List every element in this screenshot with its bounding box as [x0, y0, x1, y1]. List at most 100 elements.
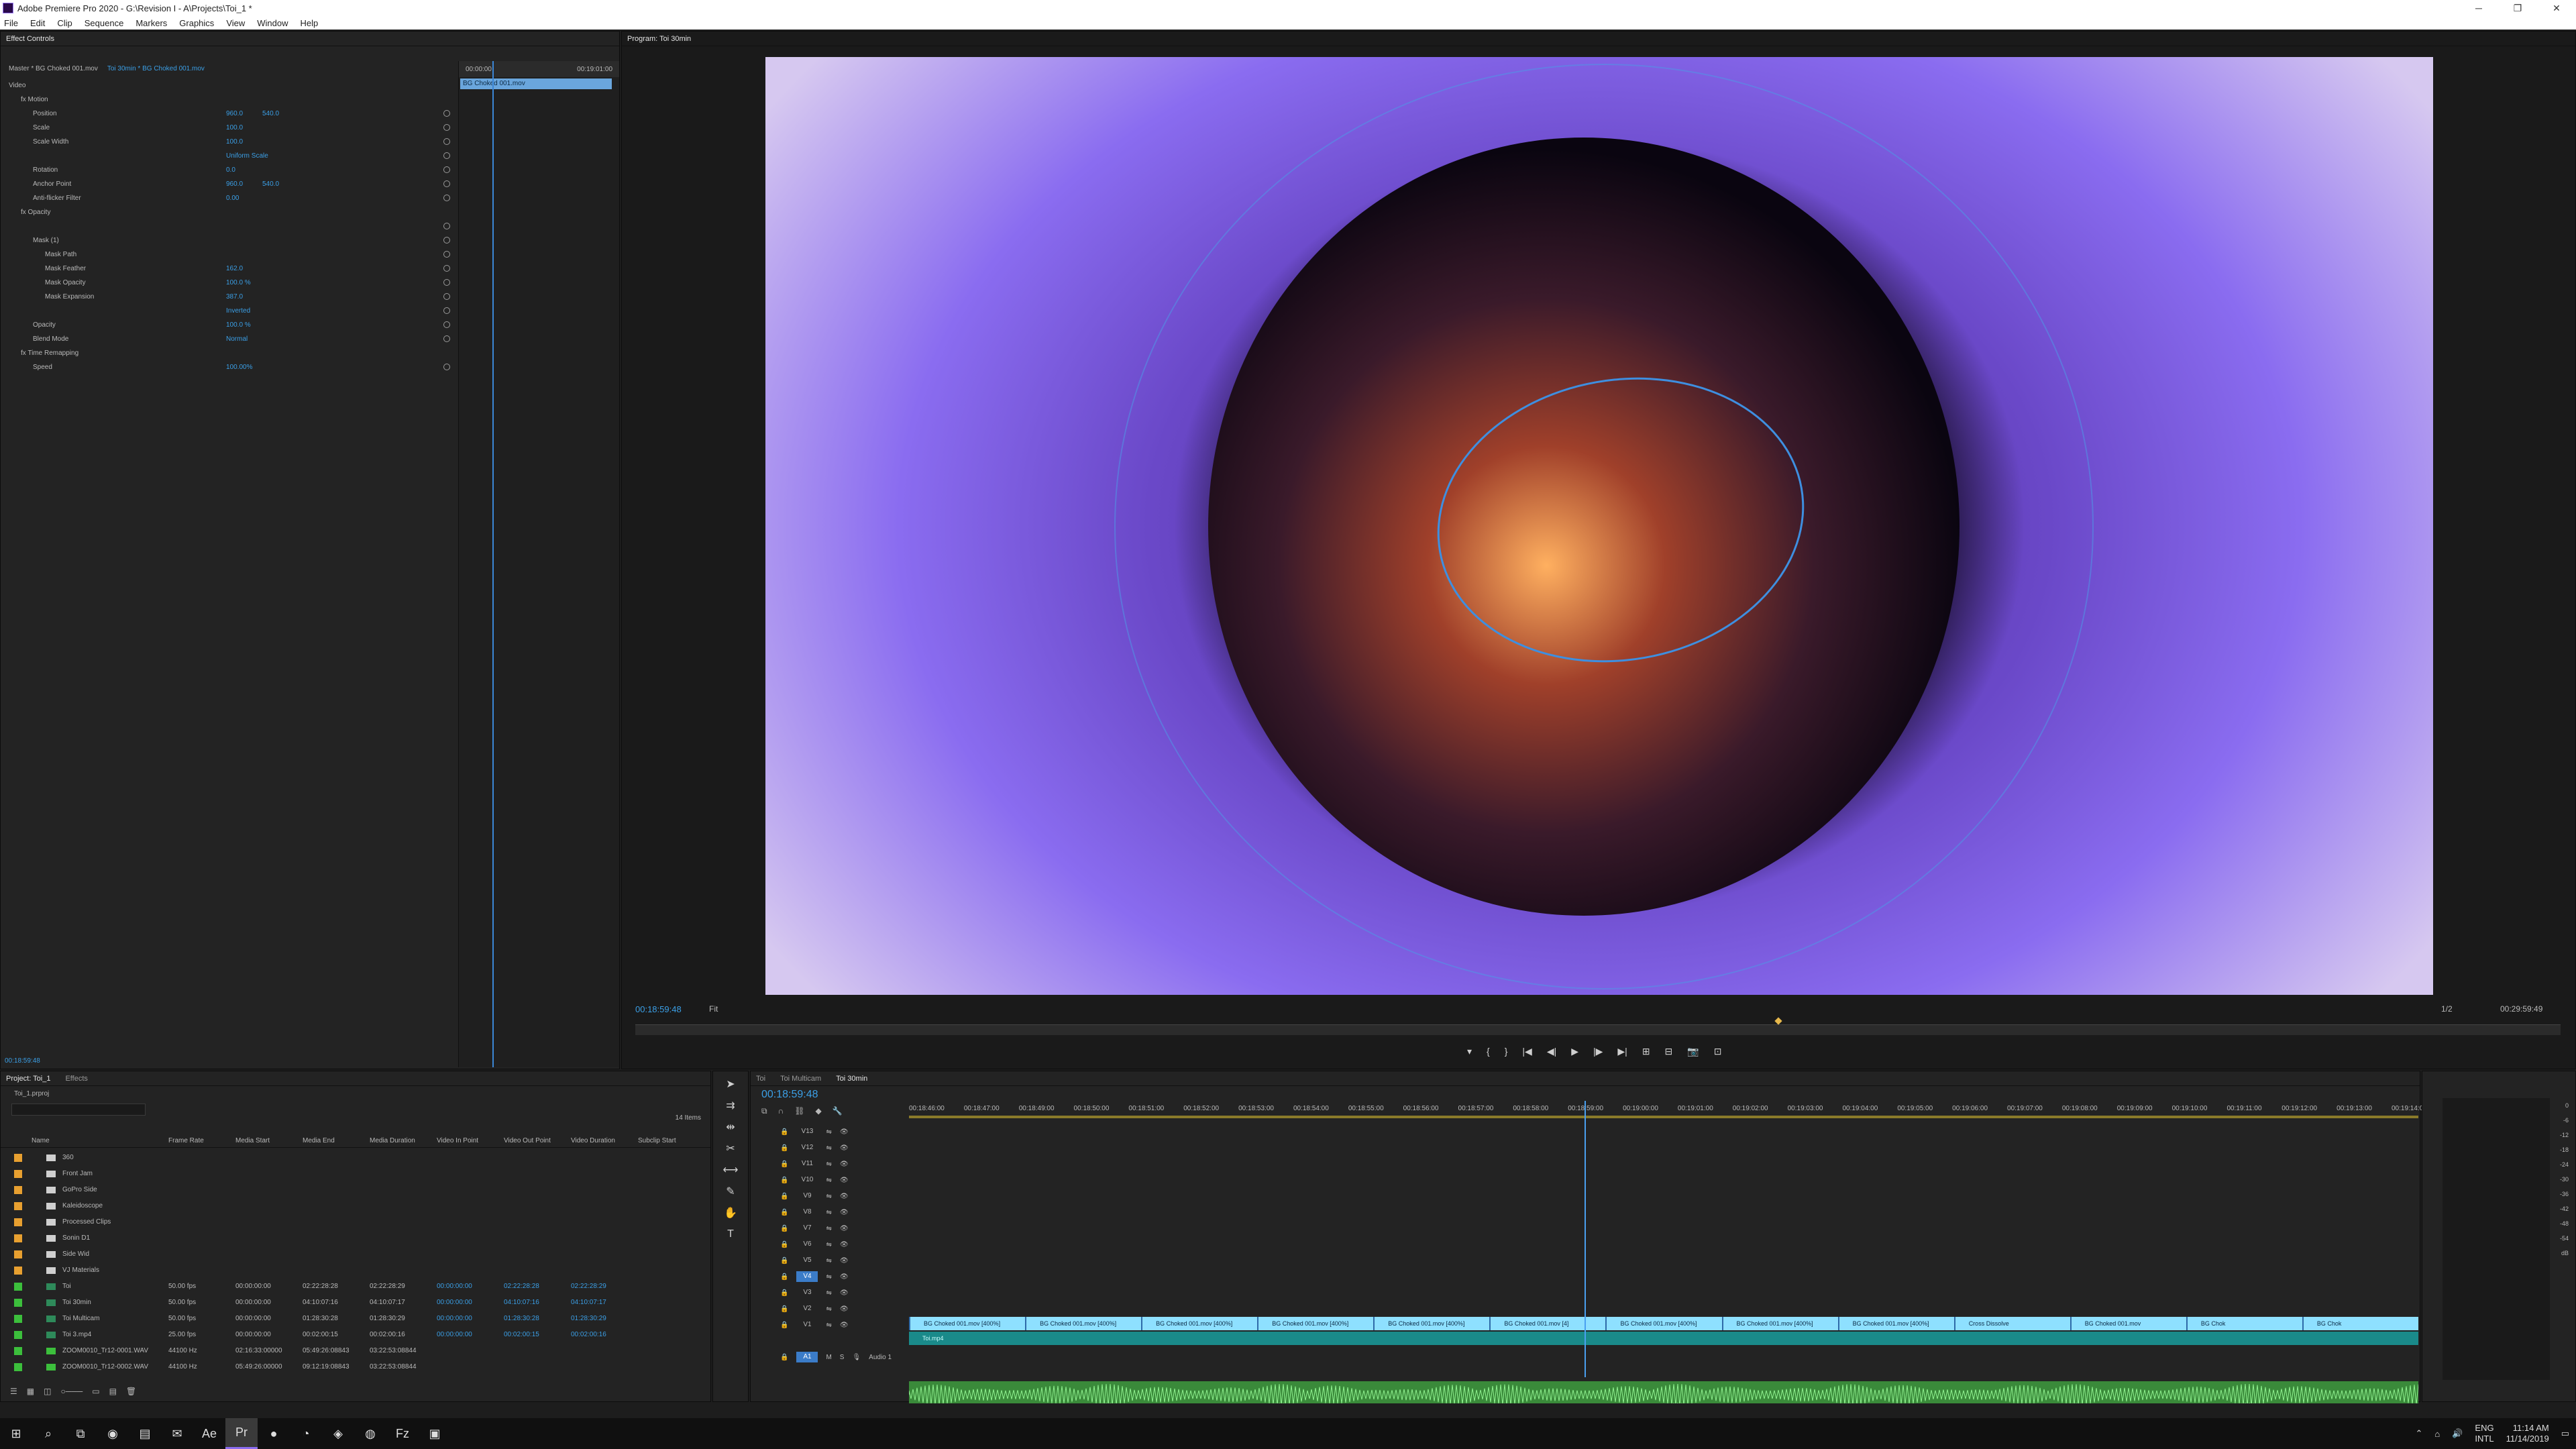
language-indicator[interactable]: ENG INTL [2475, 1423, 2493, 1444]
effect-property-label[interactable]: fx Opacity [21, 209, 50, 216]
reset-parameter-icon[interactable] [443, 307, 450, 314]
project-item-vout[interactable]: 01:28:30:28 [504, 1315, 539, 1322]
wrench-icon[interactable]: 🔧 [833, 1106, 843, 1116]
project-item-name[interactable]: 360 [62, 1154, 74, 1161]
project-item-name[interactable]: Front Jam [62, 1170, 93, 1177]
eye-icon[interactable]: 👁 [840, 1305, 849, 1313]
sequence-clip-label[interactable]: Toi 30min * BG Choked 001.mov [107, 65, 205, 72]
timeline-clip[interactable]: BG Choked 001.mov [400%] [1257, 1317, 1373, 1330]
sync-lock-icon[interactable]: ⇋ [826, 1193, 831, 1200]
effect-property-label[interactable]: Anchor Point [33, 180, 71, 188]
close-icon[interactable]: ✕ [2537, 0, 2576, 16]
ripple-edit-tool-icon[interactable]: ⇹ [720, 1118, 741, 1136]
track-name[interactable]: V13 [796, 1126, 818, 1137]
project-item-vin[interactable]: 00:00:00:00 [437, 1299, 472, 1306]
project-column-header[interactable]: Name [32, 1137, 50, 1144]
project-item-vdur[interactable]: 01:28:30:29 [571, 1315, 606, 1322]
mic-icon[interactable]: 🎙 [852, 1354, 861, 1361]
label-color-swatch[interactable] [14, 1154, 22, 1162]
lock-icon[interactable]: 🔒 [780, 1144, 788, 1152]
effect-property-label[interactable]: Opacity [33, 321, 56, 329]
menu-graphics[interactable]: Graphics [179, 18, 214, 28]
app-10-icon[interactable]: ◍ [354, 1418, 386, 1449]
program-playhead-icon[interactable] [1774, 1017, 1782, 1025]
project-item-name[interactable]: Toi 30min [62, 1299, 91, 1306]
effect-property-value[interactable]: 387.0 [226, 293, 243, 301]
sync-lock-icon[interactable]: ⇋ [826, 1128, 831, 1136]
playback-resolution-select[interactable]: 1/2 [2441, 1004, 2453, 1014]
effect-property-label[interactable]: Anti-flicker Filter [33, 195, 81, 202]
label-color-swatch[interactable] [14, 1315, 22, 1323]
track-name[interactable]: V11 [796, 1159, 818, 1169]
track-name[interactable]: V1 [796, 1320, 818, 1330]
eye-icon[interactable]: 👁 [840, 1241, 849, 1248]
eye-icon[interactable]: 👁 [840, 1273, 849, 1281]
effect-controls-mini-timeline[interactable]: 00:00:00 00:19:01:00 BG Choked 001.mov [458, 61, 619, 1067]
track-name[interactable]: V5 [796, 1255, 818, 1266]
project-item-vdur[interactable]: 00:02:00:16 [571, 1331, 606, 1338]
timeline-timecode[interactable]: 00:18:59:48 [761, 1089, 818, 1101]
project-list-item[interactable]: ZOOM0010_Tr12-0001.WAV 44100 Hz 02:16:33:0… [1, 1344, 698, 1358]
project-item-vin[interactable]: 00:00:00:00 [437, 1283, 472, 1290]
effect-property-value[interactable]: 960.0 [226, 110, 243, 117]
new-item-icon[interactable]: ▤ [109, 1387, 117, 1396]
icon-view-icon[interactable]: ▦ [27, 1387, 34, 1396]
track-name[interactable]: V7 [796, 1223, 818, 1234]
track-name[interactable]: V3 [796, 1287, 818, 1298]
sync-lock-icon[interactable]: ⇋ [826, 1257, 831, 1265]
track-name[interactable]: V10 [796, 1175, 818, 1185]
label-color-swatch[interactable] [14, 1170, 22, 1178]
timeline-clip[interactable]: BG Chok [2186, 1317, 2302, 1330]
effect-property-value[interactable]: 100.0 % [226, 321, 251, 329]
effect-property-label[interactable]: Scale Width [33, 138, 68, 146]
tray-up-icon[interactable]: ⌃ [2415, 1428, 2422, 1439]
project-list-item[interactable]: Kaleidoscope [1, 1199, 698, 1214]
project-column-header[interactable]: Video In Point [437, 1137, 478, 1144]
sync-lock-icon[interactable]: ⇋ [826, 1161, 831, 1168]
premiere-a-icon[interactable]: Ae [193, 1418, 225, 1449]
add-marker-icon[interactable]: ◆ [815, 1106, 821, 1116]
effect-property-label[interactable]: Video [9, 82, 25, 89]
volume-icon[interactable]: 🔊 [2452, 1428, 2463, 1439]
track-name[interactable]: V9 [796, 1191, 818, 1201]
reset-parameter-icon[interactable] [443, 124, 450, 131]
effect-property-label[interactable]: Rotation [33, 166, 58, 174]
project-item-vdur[interactable]: 04:10:07:17 [571, 1299, 606, 1306]
reset-parameter-icon[interactable] [443, 335, 450, 342]
project-list-item[interactable]: Side Wid [1, 1247, 698, 1262]
track-name[interactable]: V12 [796, 1142, 818, 1153]
new-bin-icon[interactable]: ▭ [92, 1387, 99, 1396]
lock-icon[interactable]: 🔒 [780, 1273, 788, 1281]
project-column-header[interactable]: Video Out Point [504, 1137, 551, 1144]
timeline-clip[interactable]: BG Choked 001.mov [400%] [1025, 1317, 1141, 1330]
effect-property-value-2[interactable]: 540.0 [262, 180, 279, 188]
eye-icon[interactable]: 👁 [840, 1144, 849, 1152]
sync-lock-icon[interactable]: ⇋ [826, 1225, 831, 1232]
project-column-header[interactable]: Frame Rate [168, 1137, 204, 1144]
reset-parameter-icon[interactable] [443, 180, 450, 187]
project-list-item[interactable]: 360 [1, 1150, 698, 1165]
timeline-clip[interactable]: BG Choked 001.mov [400%] [1373, 1317, 1489, 1330]
whatsapp-icon[interactable]: ◔ [290, 1418, 322, 1449]
reset-parameter-icon[interactable] [443, 251, 450, 258]
menu-window[interactable]: Window [257, 18, 288, 28]
effect-property-label[interactable]: Mask Opacity [45, 279, 86, 286]
eye-icon[interactable]: 👁 [840, 1193, 849, 1200]
nest-icon[interactable]: ⧉ [761, 1106, 767, 1116]
label-color-swatch[interactable] [14, 1363, 22, 1371]
transport-button-icon[interactable]: ▾ [1467, 1046, 1472, 1057]
timeline-clip[interactable]: BG Choked 001.mov [400%] [1605, 1317, 1721, 1330]
sync-lock-icon[interactable]: ⇋ [826, 1273, 831, 1281]
effect-property-value[interactable]: Uniform Scale [226, 152, 268, 160]
project-item-vin[interactable]: 00:00:00:00 [437, 1331, 472, 1338]
reset-parameter-icon[interactable] [443, 279, 450, 286]
timeline-playhead[interactable] [1585, 1101, 1586, 1377]
timeline-clip[interactable]: BG Choked 001.mov [2070, 1317, 2186, 1330]
razor-tool-icon[interactable]: ✂ [720, 1140, 741, 1157]
transport-button-icon[interactable]: |◀ [1522, 1046, 1532, 1057]
tab-sequence-toi[interactable]: Toi [756, 1075, 765, 1083]
task-view-icon[interactable]: ⧉ [64, 1418, 97, 1449]
reset-parameter-icon[interactable] [443, 223, 450, 229]
lock-icon[interactable]: 🔒 [780, 1193, 788, 1200]
project-column-header[interactable]: Video Duration [571, 1137, 615, 1144]
